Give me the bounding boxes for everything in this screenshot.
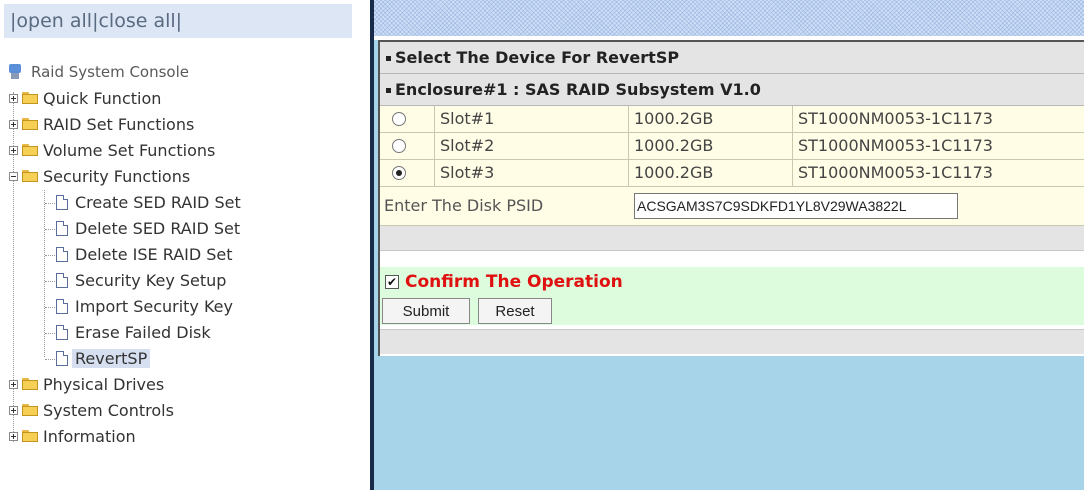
open-all-link[interactable]: open all xyxy=(16,10,92,32)
folder-icon xyxy=(22,378,38,390)
tree-item-label: Erase Failed Disk xyxy=(75,323,211,342)
psid-label: Enter The Disk PSID xyxy=(384,196,544,215)
device-capacity: 1000.2GB xyxy=(628,160,792,186)
collapse-icon[interactable] xyxy=(9,172,18,181)
tree-item-label: RevertSP xyxy=(72,349,151,368)
device-row[interactable]: Slot#1 1000.2GB ST1000NM0053-1C1173 xyxy=(380,106,1084,133)
button-row: Submit Reset xyxy=(380,295,1084,325)
device-capacity: 1000.2GB xyxy=(628,133,792,159)
tree-item-create-sed-raid-set[interactable]: Create SED RAID Set xyxy=(38,190,244,216)
folder-icon xyxy=(22,144,38,156)
folder-open-icon xyxy=(22,170,38,182)
enclosure-header-row: Enclosure#1 : SAS RAID Subsystem V1.0 xyxy=(380,74,1084,106)
page-icon xyxy=(56,221,68,236)
tree-item-label: Security Key Setup xyxy=(75,271,227,290)
device-slot: Slot#3 xyxy=(434,160,628,186)
page-icon xyxy=(56,351,68,366)
navigation-pane: |open all|close all| Raid System Console… xyxy=(0,0,370,490)
tree-connector xyxy=(45,281,55,283)
page-icon xyxy=(56,247,68,262)
enclosure-title: Enclosure#1 : SAS RAID Subsystem V1.0 xyxy=(395,80,761,99)
expand-icon[interactable] xyxy=(9,94,18,103)
confirm-checkbox[interactable]: ✔ xyxy=(385,275,399,289)
device-model: ST1000NM0053-1C1173 xyxy=(792,106,1084,132)
bullet-icon xyxy=(386,88,391,93)
tree-item-delete-sed-raid-set[interactable]: Delete SED RAID Set xyxy=(38,216,243,242)
device-model: ST1000NM0053-1C1173 xyxy=(792,133,1084,159)
device-slot: Slot#2 xyxy=(434,133,628,159)
device-slot: Slot#1 xyxy=(434,106,628,132)
device-model: ST1000NM0053-1C1173 xyxy=(792,160,1084,186)
tree-item-label: Quick Function xyxy=(43,89,162,108)
tree-item-import-security-key[interactable]: Import Security Key xyxy=(38,294,236,320)
page-icon xyxy=(56,273,68,288)
tree-item-revertsp[interactable]: RevertSP xyxy=(38,346,151,372)
tree-connector xyxy=(45,255,55,257)
revertsp-form: Select The Device For RevertSP Enclosure… xyxy=(378,40,1084,356)
tree-item-label: Create SED RAID Set xyxy=(75,193,241,212)
tree-connector xyxy=(45,203,55,205)
close-all-link[interactable]: close all xyxy=(98,10,175,32)
tree-item-security-functions[interactable]: Security Functions xyxy=(8,164,193,190)
console-icon xyxy=(8,64,22,80)
page-icon xyxy=(56,195,68,210)
folder-icon xyxy=(22,404,38,416)
expand-icon[interactable] xyxy=(9,432,18,441)
spacer-row xyxy=(380,329,1084,354)
tree-item-label: Volume Set Functions xyxy=(43,141,216,160)
psid-row: Enter The Disk PSID xyxy=(380,187,1084,226)
open-close-bar: |open all|close all| xyxy=(4,4,352,38)
tree-connector xyxy=(45,359,55,361)
tree-item-erase-failed-disk[interactable]: Erase Failed Disk xyxy=(38,320,214,346)
confirm-row: ✔ Confirm The Operation xyxy=(380,267,1084,297)
folder-icon xyxy=(22,92,38,104)
bullet-icon xyxy=(386,56,391,61)
expand-icon[interactable] xyxy=(9,380,18,389)
tree-item-quick-function[interactable]: Quick Function xyxy=(8,86,164,112)
device-radio-slot2[interactable] xyxy=(392,139,406,153)
tree-connector xyxy=(45,229,55,231)
tree-connector xyxy=(45,333,55,335)
tree-item-label: System Controls xyxy=(43,401,174,420)
psid-input[interactable] xyxy=(634,193,958,219)
confirm-label: Confirm The Operation xyxy=(405,272,623,292)
header-pattern-bar xyxy=(374,0,1084,36)
tree-connector xyxy=(45,307,55,309)
device-radio-slot1[interactable] xyxy=(392,112,406,126)
tree-root[interactable]: Raid System Console xyxy=(8,59,192,85)
reset-button[interactable]: Reset xyxy=(478,298,552,324)
expand-icon[interactable] xyxy=(9,120,18,129)
content-pane: Select The Device For RevertSP Enclosure… xyxy=(374,0,1084,490)
submit-button[interactable]: Submit xyxy=(382,298,470,324)
tree-item-label: Physical Drives xyxy=(43,375,165,394)
device-radio-slot3[interactable] xyxy=(392,166,406,180)
device-row[interactable]: Slot#3 1000.2GB ST1000NM0053-1C1173 xyxy=(380,160,1084,187)
expand-icon[interactable] xyxy=(9,406,18,415)
tree-item-label: Import Security Key xyxy=(75,297,233,316)
tree-root-label: Raid System Console xyxy=(31,63,189,81)
spacer-row xyxy=(380,226,1084,251)
tree-item-label: Security Functions xyxy=(43,167,191,186)
tree-item-label: Delete ISE RAID Set xyxy=(75,245,233,264)
tree-item-delete-ise-raid-set[interactable]: Delete ISE RAID Set xyxy=(38,242,236,268)
tree-item-volume-set-functions[interactable]: Volume Set Functions xyxy=(8,138,218,164)
form-title: Select The Device For RevertSP xyxy=(395,48,680,67)
expand-icon[interactable] xyxy=(9,146,18,155)
folder-icon xyxy=(22,430,38,442)
page-icon xyxy=(56,299,68,314)
tree-item-label: RAID Set Functions xyxy=(43,115,195,134)
folder-icon xyxy=(22,118,38,130)
form-title-row: Select The Device For RevertSP xyxy=(380,42,1084,74)
tree-item-information[interactable]: Information xyxy=(8,424,139,450)
tree-item-security-key-setup[interactable]: Security Key Setup xyxy=(38,268,229,294)
bar-suffix: | xyxy=(175,10,183,32)
tree-item-raid-set-functions[interactable]: RAID Set Functions xyxy=(8,112,197,138)
tree-item-physical-drives[interactable]: Physical Drives xyxy=(8,372,167,398)
tree-item-label: Delete SED RAID Set xyxy=(75,219,241,238)
tree-item-system-controls[interactable]: System Controls xyxy=(8,398,177,424)
device-row[interactable]: Slot#2 1000.2GB ST1000NM0053-1C1173 xyxy=(380,133,1084,160)
page-icon xyxy=(56,325,68,340)
tree-item-label: Information xyxy=(43,427,136,446)
device-capacity: 1000.2GB xyxy=(628,106,792,132)
